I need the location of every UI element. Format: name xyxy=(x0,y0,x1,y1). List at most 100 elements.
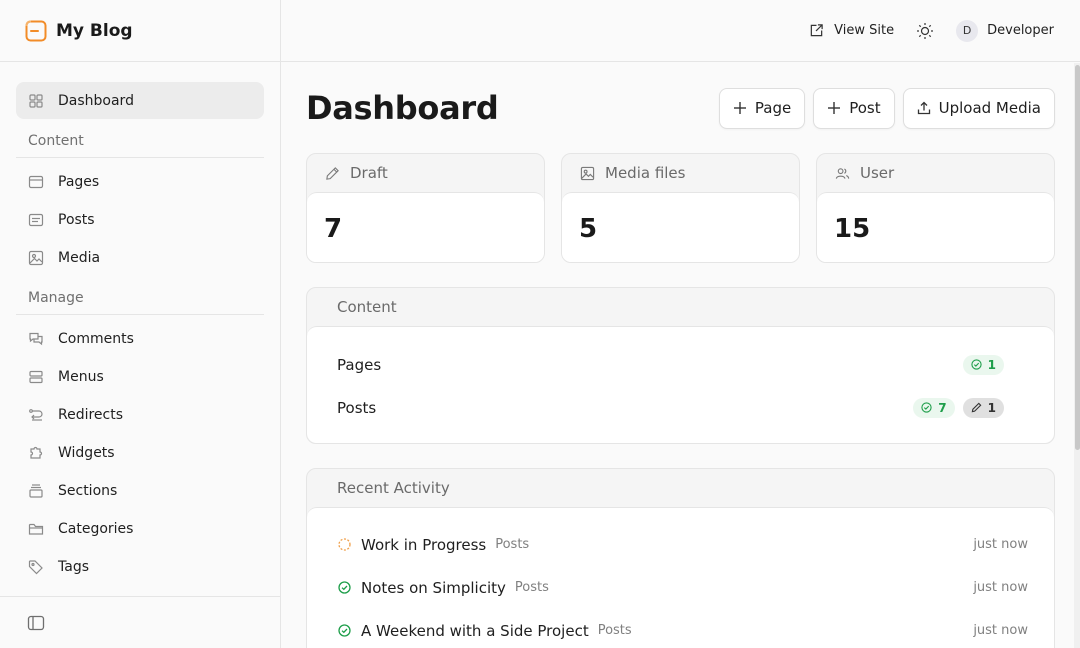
header-actions: Page Post Upload Media xyxy=(718,87,1055,129)
logo-icon xyxy=(25,20,47,41)
activity-item[interactable]: A Weekend with a Side Project Posts just… xyxy=(337,609,1028,648)
upload-media-label: Upload Media xyxy=(938,99,1041,117)
sidebar-footer xyxy=(0,596,280,648)
tag-icon xyxy=(28,559,43,574)
activity-title: Work in Progress xyxy=(361,535,487,554)
published-badge[interactable]: 7 xyxy=(913,397,955,418)
sun-icon[interactable] xyxy=(916,22,934,40)
users-icon xyxy=(835,167,850,179)
badge-group: 1 xyxy=(962,354,1004,375)
page-icon xyxy=(28,175,44,188)
recent-activity-card: Recent Activity Work in Progress Posts j… xyxy=(306,468,1055,648)
stat-value: 5 xyxy=(562,192,799,262)
user-menu[interactable]: D Developer xyxy=(956,19,1054,42)
new-page-label: Page xyxy=(754,99,792,117)
content-card: Content Pages 1 Posts 7 1 xyxy=(306,287,1055,444)
content-row-posts[interactable]: Posts 7 1 xyxy=(337,386,1004,429)
sidebar-item-label: Pages xyxy=(58,173,100,190)
menu-icon xyxy=(29,370,43,383)
stat-label: Media files xyxy=(605,164,686,182)
stat-header: Media files xyxy=(562,154,799,192)
page-header: Dashboard Page Post Upload Media xyxy=(306,63,1055,153)
stat-header: Draft xyxy=(307,154,544,192)
avatar: D xyxy=(956,19,979,42)
stat-card-user[interactable]: User 15 xyxy=(816,153,1055,263)
sidebar-item-widgets[interactable]: Widgets xyxy=(16,434,264,471)
activity-type: Posts xyxy=(514,580,549,595)
badge-group: 7 1 xyxy=(913,397,1004,418)
stat-card-draft[interactable]: Draft 7 xyxy=(306,153,545,263)
activity-time: just now xyxy=(973,580,1028,595)
view-site-label: View Site xyxy=(834,23,895,38)
content-row-label: Pages xyxy=(337,355,382,374)
sidebar-item-categories[interactable]: Categories xyxy=(16,510,264,547)
view-site-link[interactable]: View Site xyxy=(809,23,894,38)
pencil-icon xyxy=(971,402,982,413)
badge-count: 7 xyxy=(938,400,947,415)
redirect-icon xyxy=(29,408,43,421)
sidebar-item-label: Redirects xyxy=(58,406,124,423)
stat-value: 15 xyxy=(817,192,1054,262)
top-bar: View Site D Developer xyxy=(281,0,1080,62)
check-circle-icon xyxy=(971,359,982,370)
grid-icon xyxy=(29,93,43,108)
activity-item[interactable]: Notes on Simplicity Posts just now xyxy=(337,566,1028,609)
content-row-pages[interactable]: Pages 1 xyxy=(337,343,1004,386)
pencil-icon xyxy=(326,166,339,180)
sidebar-item-comments[interactable]: Comments xyxy=(16,320,264,357)
upload-icon xyxy=(917,101,930,115)
sidebar-item-menus[interactable]: Menus xyxy=(16,358,264,395)
upload-media-button[interactable]: Upload Media xyxy=(902,87,1055,129)
activity-item-main: A Weekend with a Side Project Posts xyxy=(337,622,632,640)
user-name: Developer xyxy=(987,23,1054,38)
brand[interactable]: My Blog xyxy=(0,0,280,62)
activity-item[interactable]: Work in Progress Posts just now xyxy=(337,523,1028,566)
nav-group-content: Content xyxy=(16,120,264,158)
card-body: Pages 1 Posts 7 1 xyxy=(307,326,1054,443)
card-title: Content xyxy=(337,298,397,316)
content-row-label: Posts xyxy=(337,398,377,417)
plus-icon xyxy=(828,102,841,114)
sidebar-item-media[interactable]: Media xyxy=(16,239,264,276)
external-link-icon xyxy=(810,24,823,37)
sidebar-item-redirects[interactable]: Redirects xyxy=(16,396,264,433)
plus-icon xyxy=(733,102,746,114)
sidebar-item-pages[interactable]: Pages xyxy=(16,163,264,200)
activity-item-main: Work in Progress Posts xyxy=(337,536,529,554)
sidebar: My Blog Dashboard Content Pages Posts Me… xyxy=(0,0,281,648)
scrollbar-thumb[interactable] xyxy=(1075,65,1080,450)
new-post-button[interactable]: Post xyxy=(813,87,895,129)
sidebar-item-label: Comments xyxy=(58,330,134,347)
card-title: Recent Activity xyxy=(337,479,450,497)
activity-time: just now xyxy=(973,537,1028,552)
published-badge[interactable]: 1 xyxy=(962,354,1004,375)
sidebar-item-tags[interactable]: Tags xyxy=(16,548,264,585)
badge-count: 1 xyxy=(987,400,996,415)
activity-time: just now xyxy=(973,623,1028,638)
sidebar-toggle-icon[interactable] xyxy=(27,614,45,632)
main-content: Dashboard Page Post Upload Media Draft 7 xyxy=(281,63,1080,648)
nav-group-manage: Manage xyxy=(16,277,264,315)
sidebar-item-dashboard[interactable]: Dashboard xyxy=(16,82,264,119)
sidebar-item-posts[interactable]: Posts xyxy=(16,201,264,238)
draft-badge[interactable]: 1 xyxy=(962,397,1004,418)
activity-title: Notes on Simplicity xyxy=(361,578,506,597)
activity-type: Posts xyxy=(597,623,632,638)
new-page-button[interactable]: Page xyxy=(718,87,806,129)
activity-title: A Weekend with a Side Project xyxy=(361,621,589,640)
sidebar-item-label: Sections xyxy=(58,482,118,499)
stat-card-media-files[interactable]: Media files 5 xyxy=(561,153,800,263)
puzzle-icon xyxy=(30,446,43,459)
sidebar-item-label: Posts xyxy=(58,211,95,228)
badge-count: 1 xyxy=(987,357,996,372)
activity-type: Posts xyxy=(495,537,530,552)
activity-item-main: Notes on Simplicity Posts xyxy=(337,579,549,597)
check-circle-icon xyxy=(921,402,932,413)
stats-row: Draft 7 Media files 5 User 15 xyxy=(306,153,1055,263)
image-icon xyxy=(580,166,595,180)
sidebar-item-sections[interactable]: Sections xyxy=(16,472,264,509)
comments-icon xyxy=(29,332,43,345)
image-icon xyxy=(28,250,44,265)
folder-icon xyxy=(28,523,44,535)
new-post-label: Post xyxy=(849,99,881,117)
